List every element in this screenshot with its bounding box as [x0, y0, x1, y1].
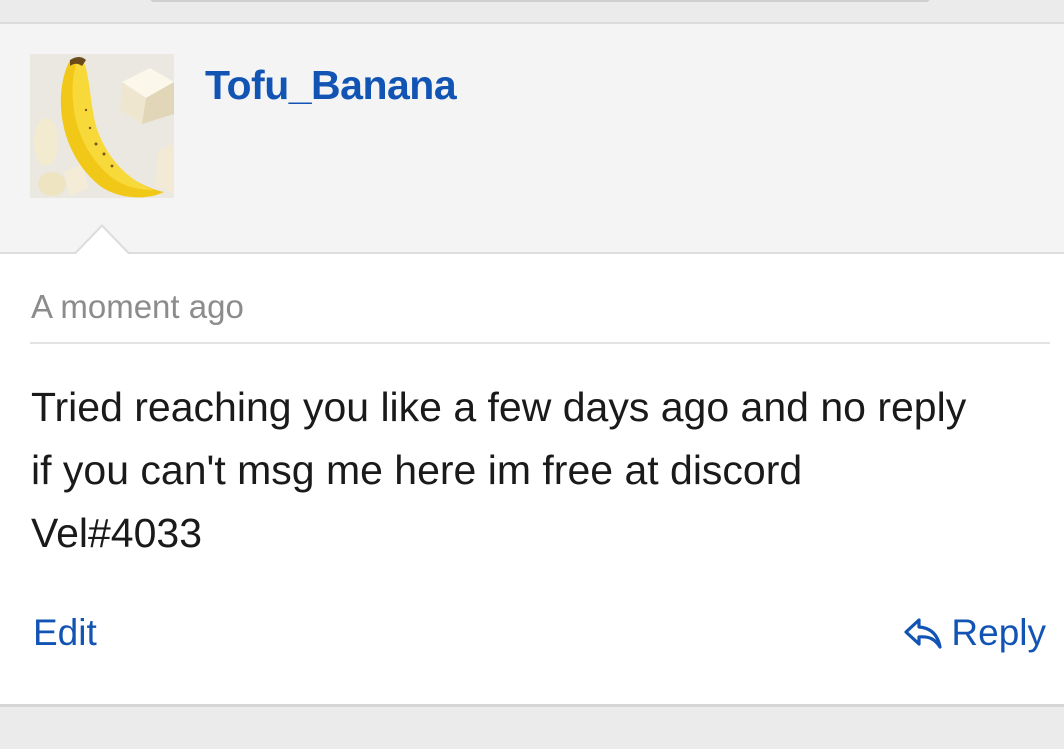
avatar[interactable] [30, 54, 174, 198]
reply-arrow-icon [904, 618, 942, 649]
divider [30, 342, 1050, 344]
comment-message: Tried reaching you like a few days ago a… [31, 376, 1056, 565]
top-scroll-edge [0, 0, 1064, 24]
comment-card: Tofu_Banana A moment ago Tried reaching … [0, 24, 1064, 707]
author-username[interactable]: Tofu_Banana [205, 62, 457, 109]
reply-label: Reply [951, 612, 1046, 653]
reply-button[interactable]: Reply [903, 612, 1046, 654]
message-line: if you can't msg me here im free at disc… [31, 447, 803, 493]
author-header: Tofu_Banana [0, 24, 1064, 254]
tofu-banana-avatar-icon [30, 54, 174, 198]
edit-button[interactable]: Edit [33, 612, 97, 654]
scroll-indicator [150, 0, 930, 2]
post-timestamp: A moment ago [31, 288, 244, 325]
message-line: Vel#4033 [31, 510, 203, 556]
message-line: Tried reaching you like a few days ago a… [31, 384, 967, 430]
